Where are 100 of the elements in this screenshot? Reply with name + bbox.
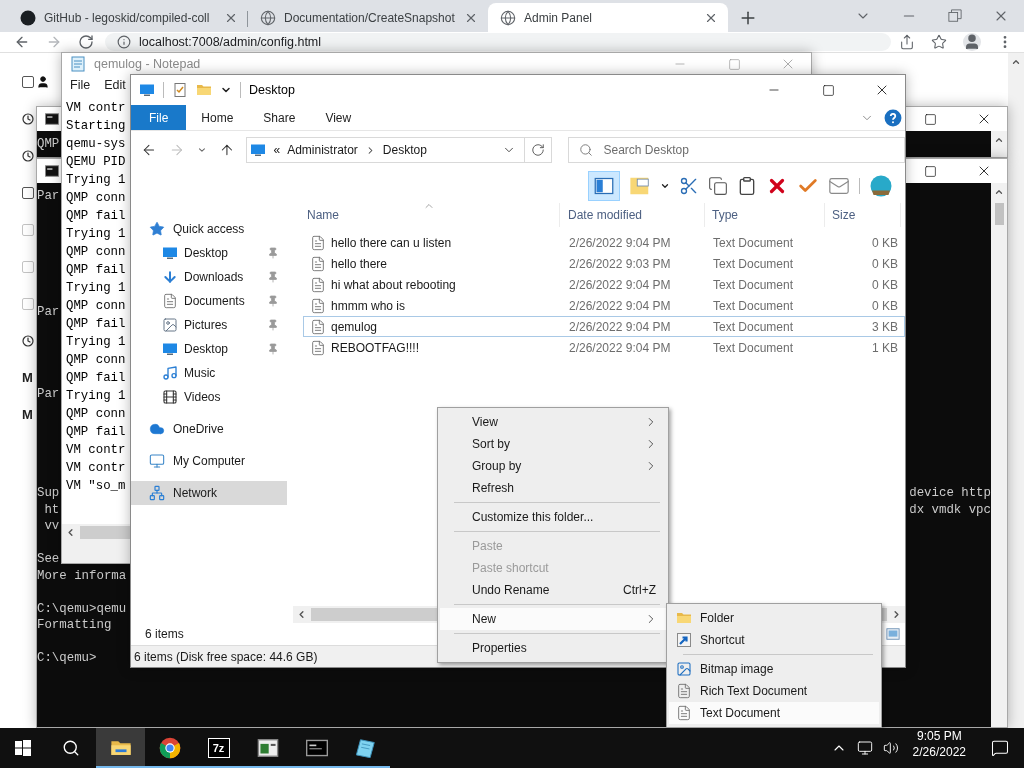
console-line: C:\qemu>qemu	[37, 600, 127, 617]
scroll-right-icon[interactable]	[891, 609, 902, 620]
column-header[interactable]: Date modified	[560, 203, 705, 227]
ribbon-tab[interactable]: View	[310, 105, 367, 130]
console-line: device http	[909, 485, 991, 502]
restore-icon[interactable]	[948, 9, 962, 23]
browser-tab[interactable]: Admin Panel	[488, 3, 728, 32]
nav-item[interactable]: Videos	[131, 385, 287, 409]
scrollbar[interactable]	[991, 183, 1007, 727]
monitor-icon[interactable]	[856, 740, 873, 756]
nav-item[interactable]: Pictures	[131, 313, 287, 337]
volume-icon[interactable]	[882, 740, 899, 756]
text-line: QMP conn	[66, 190, 126, 207]
breadcrumb-overflow[interactable]: «	[273, 143, 281, 157]
taskbar-button[interactable]	[96, 728, 145, 768]
ribbon-tab[interactable]: Share	[248, 105, 311, 130]
file-row[interactable]: hi what about rebooting 2/26/2022 9:04 PM Text Document 0 KB	[303, 274, 905, 295]
text-line: QMP fail	[66, 262, 126, 279]
menu-item[interactable]: Folder	[669, 607, 879, 629]
nav-item[interactable]: Downloads	[131, 265, 287, 289]
browser-tab[interactable]: Documentation/CreateSnapshot	[248, 3, 488, 32]
file-row[interactable]: hmmm who is 2/26/2022 9:04 PM Text Document 0 KB	[303, 295, 905, 316]
column-header[interactable]: Size	[825, 203, 901, 227]
console-line: Par	[37, 188, 60, 205]
file-row[interactable]: hello there can u listen 2/26/2022 9:04 PM Text Document 0 KB	[303, 232, 905, 253]
nav-item[interactable]: OneDrive	[131, 417, 287, 441]
reload-icon[interactable]	[78, 34, 94, 50]
nav-item[interactable]: My Computer	[131, 449, 287, 473]
bookmark-star-icon[interactable]	[931, 34, 947, 50]
menu-item[interactable]: Sort by	[440, 433, 666, 455]
console-line: vv	[43, 518, 60, 535]
maximize-icon[interactable]	[923, 112, 937, 126]
checkbox[interactable]	[22, 76, 34, 88]
nav-item[interactable]: Music	[131, 361, 287, 385]
text-line: Trying 1	[66, 172, 126, 189]
shortcut-icon	[676, 632, 692, 648]
envelope-icon[interactable]	[828, 175, 850, 197]
breadcrumb-item[interactable]: Desktop	[382, 143, 427, 157]
nav-item[interactable]: Quick access	[131, 217, 287, 241]
menu-item[interactable]: Text Document	[669, 702, 879, 724]
menu-item[interactable]: File	[63, 78, 98, 92]
menu-item[interactable]: Edit	[97, 78, 133, 92]
menu-item[interactable]: Refresh	[440, 477, 666, 499]
shell-icon[interactable]	[869, 174, 893, 198]
file-menu-button[interactable]: File	[131, 105, 187, 130]
scrollbar[interactable]	[991, 131, 1007, 157]
search-icon[interactable]	[62, 739, 80, 757]
clock[interactable]: 9:05 PM 2/26/2022	[898, 728, 976, 768]
menu-item[interactable]: Group by	[440, 455, 666, 477]
checkbox[interactable]	[22, 187, 34, 199]
scroll-thumb[interactable]	[994, 203, 1004, 225]
profile-avatar[interactable]	[963, 33, 981, 51]
scissors-icon[interactable]	[679, 176, 699, 196]
menu-item[interactable]: New	[440, 608, 666, 630]
monitor-icon	[139, 82, 155, 98]
logo-icon	[20, 9, 36, 26]
breadcrumb-item[interactable]: Administrator	[287, 143, 358, 157]
pane-icon	[594, 176, 614, 196]
search-field[interactable]: Search Desktop	[568, 137, 905, 163]
maximize-icon[interactable]	[821, 83, 835, 97]
back-icon[interactable]	[14, 34, 30, 50]
copy-icon[interactable]	[708, 176, 728, 196]
file-row[interactable]: REBOOTFAG!!!! 2/26/2022 9:04 PM Text Document 1 KB	[303, 337, 905, 358]
preview-pane-button[interactable]	[588, 171, 620, 201]
address-bar[interactable]: « Administrator Desktop	[246, 137, 525, 163]
menu-item[interactable]: Customize this folder...	[440, 506, 666, 528]
back-icon[interactable]	[141, 142, 157, 158]
nav-item[interactable]: Desktop	[131, 241, 287, 265]
scroll-up-icon[interactable]	[994, 135, 1004, 145]
nav-item[interactable]: Documents	[131, 289, 287, 313]
taskbar-button[interactable]: 7z	[194, 728, 243, 768]
scrollbar[interactable]	[1008, 53, 1024, 728]
menu-item[interactable]: View	[440, 411, 666, 433]
share-icon[interactable]	[899, 34, 915, 50]
browser-tab[interactable]: GitHub - legoskid/compiled-coll	[8, 3, 248, 32]
help-icon[interactable]	[884, 108, 902, 127]
ribbon-tab[interactable]: Home	[186, 105, 249, 130]
monitor-icon	[149, 453, 165, 469]
column-header[interactable]: Type	[705, 203, 825, 227]
file-row[interactable]: qemulog 2/26/2022 9:04 PM Text Document 3 KB	[303, 316, 905, 337]
notification-icon[interactable]	[991, 739, 1009, 757]
maximize-icon[interactable]	[923, 164, 937, 178]
console-line: More informa	[37, 567, 127, 584]
menu-item[interactable]: Rich Text Document	[669, 680, 879, 702]
column-header[interactable]: Name	[293, 203, 560, 227]
scroll-up-icon[interactable]	[994, 187, 1004, 197]
recent-locations-icon[interactable]	[196, 145, 207, 155]
menu-item[interactable]: Undo Rename Ctrl+Z	[440, 579, 666, 601]
windows-logo-icon[interactable]	[15, 740, 31, 756]
refresh-button[interactable]	[524, 137, 553, 163]
scroll-up-icon[interactable]	[1011, 57, 1021, 67]
clipboard-icon[interactable]	[737, 176, 757, 196]
nav-item[interactable]: Desktop	[131, 337, 287, 361]
console-line: Sup	[37, 485, 60, 502]
address-field[interactable]: localhost:7008/admin/config.html	[105, 33, 891, 51]
caret-down-icon[interactable]	[660, 181, 670, 191]
thumbnails-view-icon[interactable]	[886, 627, 900, 641]
file-row[interactable]: hello there 2/26/2022 9:03 PM Text Document 0 KB	[303, 253, 905, 274]
nav-item[interactable]: Network	[131, 481, 287, 505]
text-line: QMP fail	[66, 424, 126, 441]
